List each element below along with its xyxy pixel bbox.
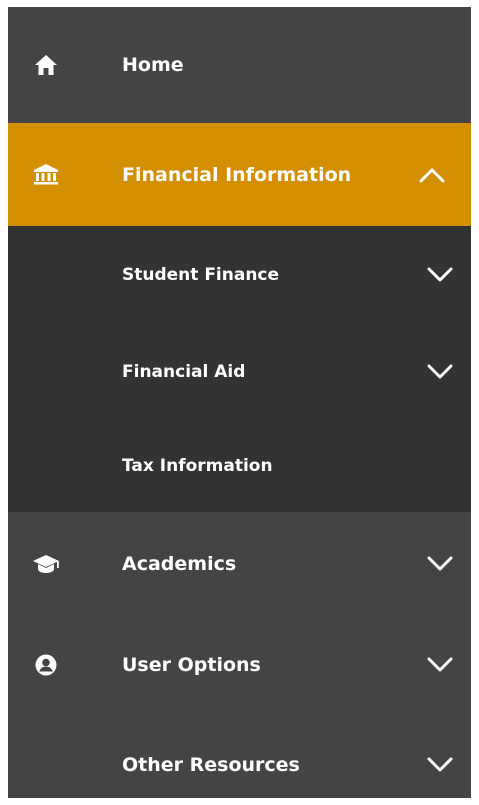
sidebar-item-other-resources[interactable]: Other Resources <box>8 715 471 798</box>
chevron-down-icon[interactable] <box>427 756 453 774</box>
sidebar-item-financial-information[interactable]: Financial Information <box>8 123 471 226</box>
chevron-down-icon[interactable] <box>427 555 453 573</box>
financial-information-submenu: Student Finance Financial Aid Tax Inform… <box>8 226 471 512</box>
chevron-down-icon[interactable] <box>427 363 453 381</box>
submenu-item-label: Financial Aid <box>122 362 246 382</box>
graduation-cap-icon <box>30 548 62 580</box>
sidebar-item-label: Financial Information <box>122 163 352 186</box>
sidebar-item-label: User Options <box>122 654 261 676</box>
sidebar-item-home[interactable]: Home <box>8 7 471 123</box>
submenu-item-tax-information[interactable]: Tax Information <box>8 420 471 512</box>
chevron-down-icon[interactable] <box>427 656 453 674</box>
submenu-item-label: Tax Information <box>122 456 273 476</box>
submenu-item-student-finance[interactable]: Student Finance <box>8 226 471 324</box>
user-avatar-icon <box>30 649 62 681</box>
sidebar-item-academics[interactable]: Academics <box>8 512 471 615</box>
chevron-down-icon[interactable] <box>427 266 453 284</box>
bank-icon <box>30 159 62 191</box>
sidebar-nav: Home Financial Information Student Finan… <box>8 7 471 798</box>
sidebar-item-user-options[interactable]: User Options <box>8 615 471 715</box>
sidebar-item-label: Academics <box>122 552 237 575</box>
submenu-item-financial-aid[interactable]: Financial Aid <box>8 324 471 420</box>
home-icon <box>30 49 62 81</box>
submenu-item-label: Student Finance <box>122 265 280 285</box>
sidebar-item-label: Other Resources <box>122 754 300 776</box>
chevron-up-icon[interactable] <box>419 166 445 184</box>
sidebar-item-label: Home <box>122 54 184 76</box>
